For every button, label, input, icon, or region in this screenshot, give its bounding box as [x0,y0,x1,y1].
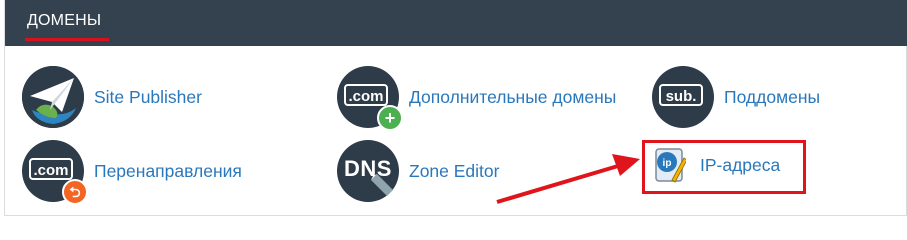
item-label-zone-editor[interactable]: Zone Editor [409,161,499,182]
paper-plane-globe-icon [22,66,84,128]
ip-address-icon: ip [652,146,688,184]
plus-badge-icon: + [377,105,403,131]
com-tile: .com [29,158,73,180]
section-header: ДОМЕНЫ [5,0,907,46]
dns-edit-icon: DNS [337,140,399,202]
item-ip-addresses[interactable]: ip IP-адреса [652,146,780,184]
sub-domain-icon: sub. [652,66,714,128]
sub-tile: sub. [659,84,703,106]
item-label-ip-addresses[interactable]: IP-адреса [700,155,780,176]
item-label-redirects[interactable]: Перенаправления [94,161,242,182]
item-addon-domains[interactable]: .com + Дополнительные домены [337,66,616,131]
item-subdomains[interactable]: sub. Поддомены [652,66,820,128]
item-zone-editor[interactable]: DNS Zone Editor [337,140,499,202]
item-label-site-publisher[interactable]: Site Publisher [94,87,202,108]
com-tile: .com [344,84,388,106]
ip-tile: ip [663,158,672,169]
com-redirect-icon: .com ⮌ [22,140,88,205]
redirect-badge-icon: ⮌ [62,179,88,205]
com-plus-icon: .com + [337,66,403,131]
item-site-publisher[interactable]: Site Publisher [22,66,202,128]
item-label-subdomains[interactable]: Поддомены [724,87,820,108]
section-title-underline [25,38,109,41]
item-redirects[interactable]: .com ⮌ Перенаправления [22,140,242,205]
section-title: ДОМЕНЫ [27,12,102,29]
item-label-addon-domains[interactable]: Дополнительные домены [409,87,616,108]
